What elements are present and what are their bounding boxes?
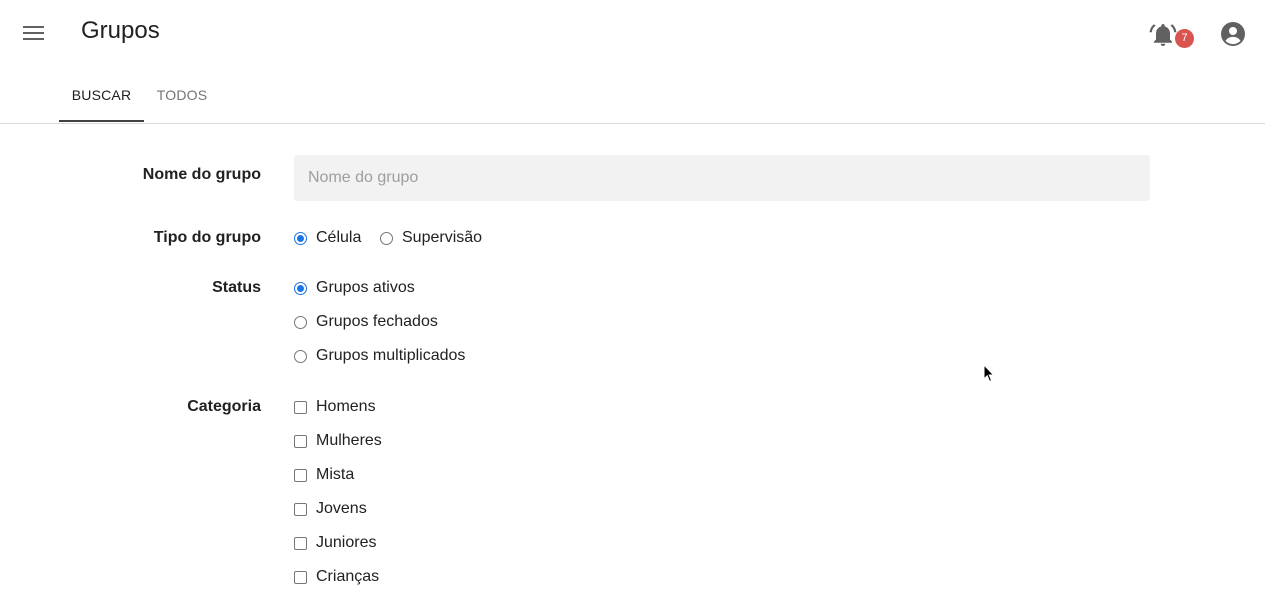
option-label: Mulheres	[316, 432, 382, 449]
radio-button[interactable]	[294, 282, 307, 295]
radio-option-grupos-multiplicados[interactable]: Grupos multiplicados	[294, 347, 489, 369]
option-label: Grupos multiplicados	[316, 347, 466, 364]
tab-todos[interactable]: TODOS	[144, 70, 220, 122]
page-title: Grupos	[81, 17, 160, 44]
group-name-input[interactable]	[294, 155, 1150, 201]
notifications-button[interactable]	[1148, 20, 1178, 50]
notification-count-badge: 7	[1175, 29, 1194, 48]
group-name-label: Nome do grupo	[142, 166, 261, 183]
checkbox[interactable]	[294, 401, 307, 414]
option-label: Crianças	[316, 568, 380, 585]
option-label: Homens	[316, 398, 376, 415]
option-label: Grupos fechados	[316, 313, 438, 330]
bell-icon	[1149, 24, 1177, 46]
radio-button[interactable]	[294, 316, 307, 329]
checkbox[interactable]	[294, 503, 307, 516]
radio-button[interactable]	[294, 350, 307, 363]
checkbox[interactable]	[294, 537, 307, 550]
checkbox-option-homens[interactable]: Homens	[294, 398, 389, 420]
radio-option-grupos-fechados[interactable]: Grupos fechados	[294, 313, 454, 335]
checkbox[interactable]	[294, 571, 307, 584]
tab-bar: BUSCAR TODOS	[0, 70, 1265, 124]
category-label: Categoria	[187, 398, 261, 415]
checkbox-option-mista[interactable]: Mista	[294, 466, 369, 488]
mouse-cursor-icon	[983, 364, 995, 383]
option-label: Célula	[316, 229, 362, 246]
menu-icon[interactable]	[17, 18, 49, 50]
checkbox-option-juniores[interactable]: Juniores	[294, 534, 389, 556]
checkbox[interactable]	[294, 435, 307, 448]
status-label: Status	[212, 279, 261, 296]
option-label: Jovens	[316, 500, 367, 517]
checkbox-option-mulheres[interactable]: Mulheres	[294, 432, 394, 454]
radio-button[interactable]	[380, 232, 393, 245]
tab-buscar[interactable]: BUSCAR	[59, 70, 144, 122]
option-label: Grupos ativos	[316, 279, 415, 296]
radio-button[interactable]	[294, 232, 307, 245]
group-type-label: Tipo do grupo	[153, 229, 261, 246]
top-app-bar: Grupos 7	[0, 0, 1265, 66]
checkbox-option-jovens[interactable]: Jovens	[294, 500, 379, 522]
option-label: Supervisão	[402, 229, 483, 246]
radio-option-grupos-ativos[interactable]: Grupos ativos	[294, 279, 434, 301]
account-button[interactable]	[1220, 21, 1246, 47]
option-label: Juniores	[316, 534, 377, 551]
radio-option-celula[interactable]: Célula	[294, 229, 374, 251]
option-label: Mista	[316, 466, 355, 483]
account-circle-icon	[1221, 22, 1245, 46]
checkbox-option-criancas[interactable]: Crianças	[294, 568, 389, 590]
checkbox[interactable]	[294, 469, 307, 482]
radio-option-supervisao[interactable]: Supervisão	[380, 229, 495, 251]
